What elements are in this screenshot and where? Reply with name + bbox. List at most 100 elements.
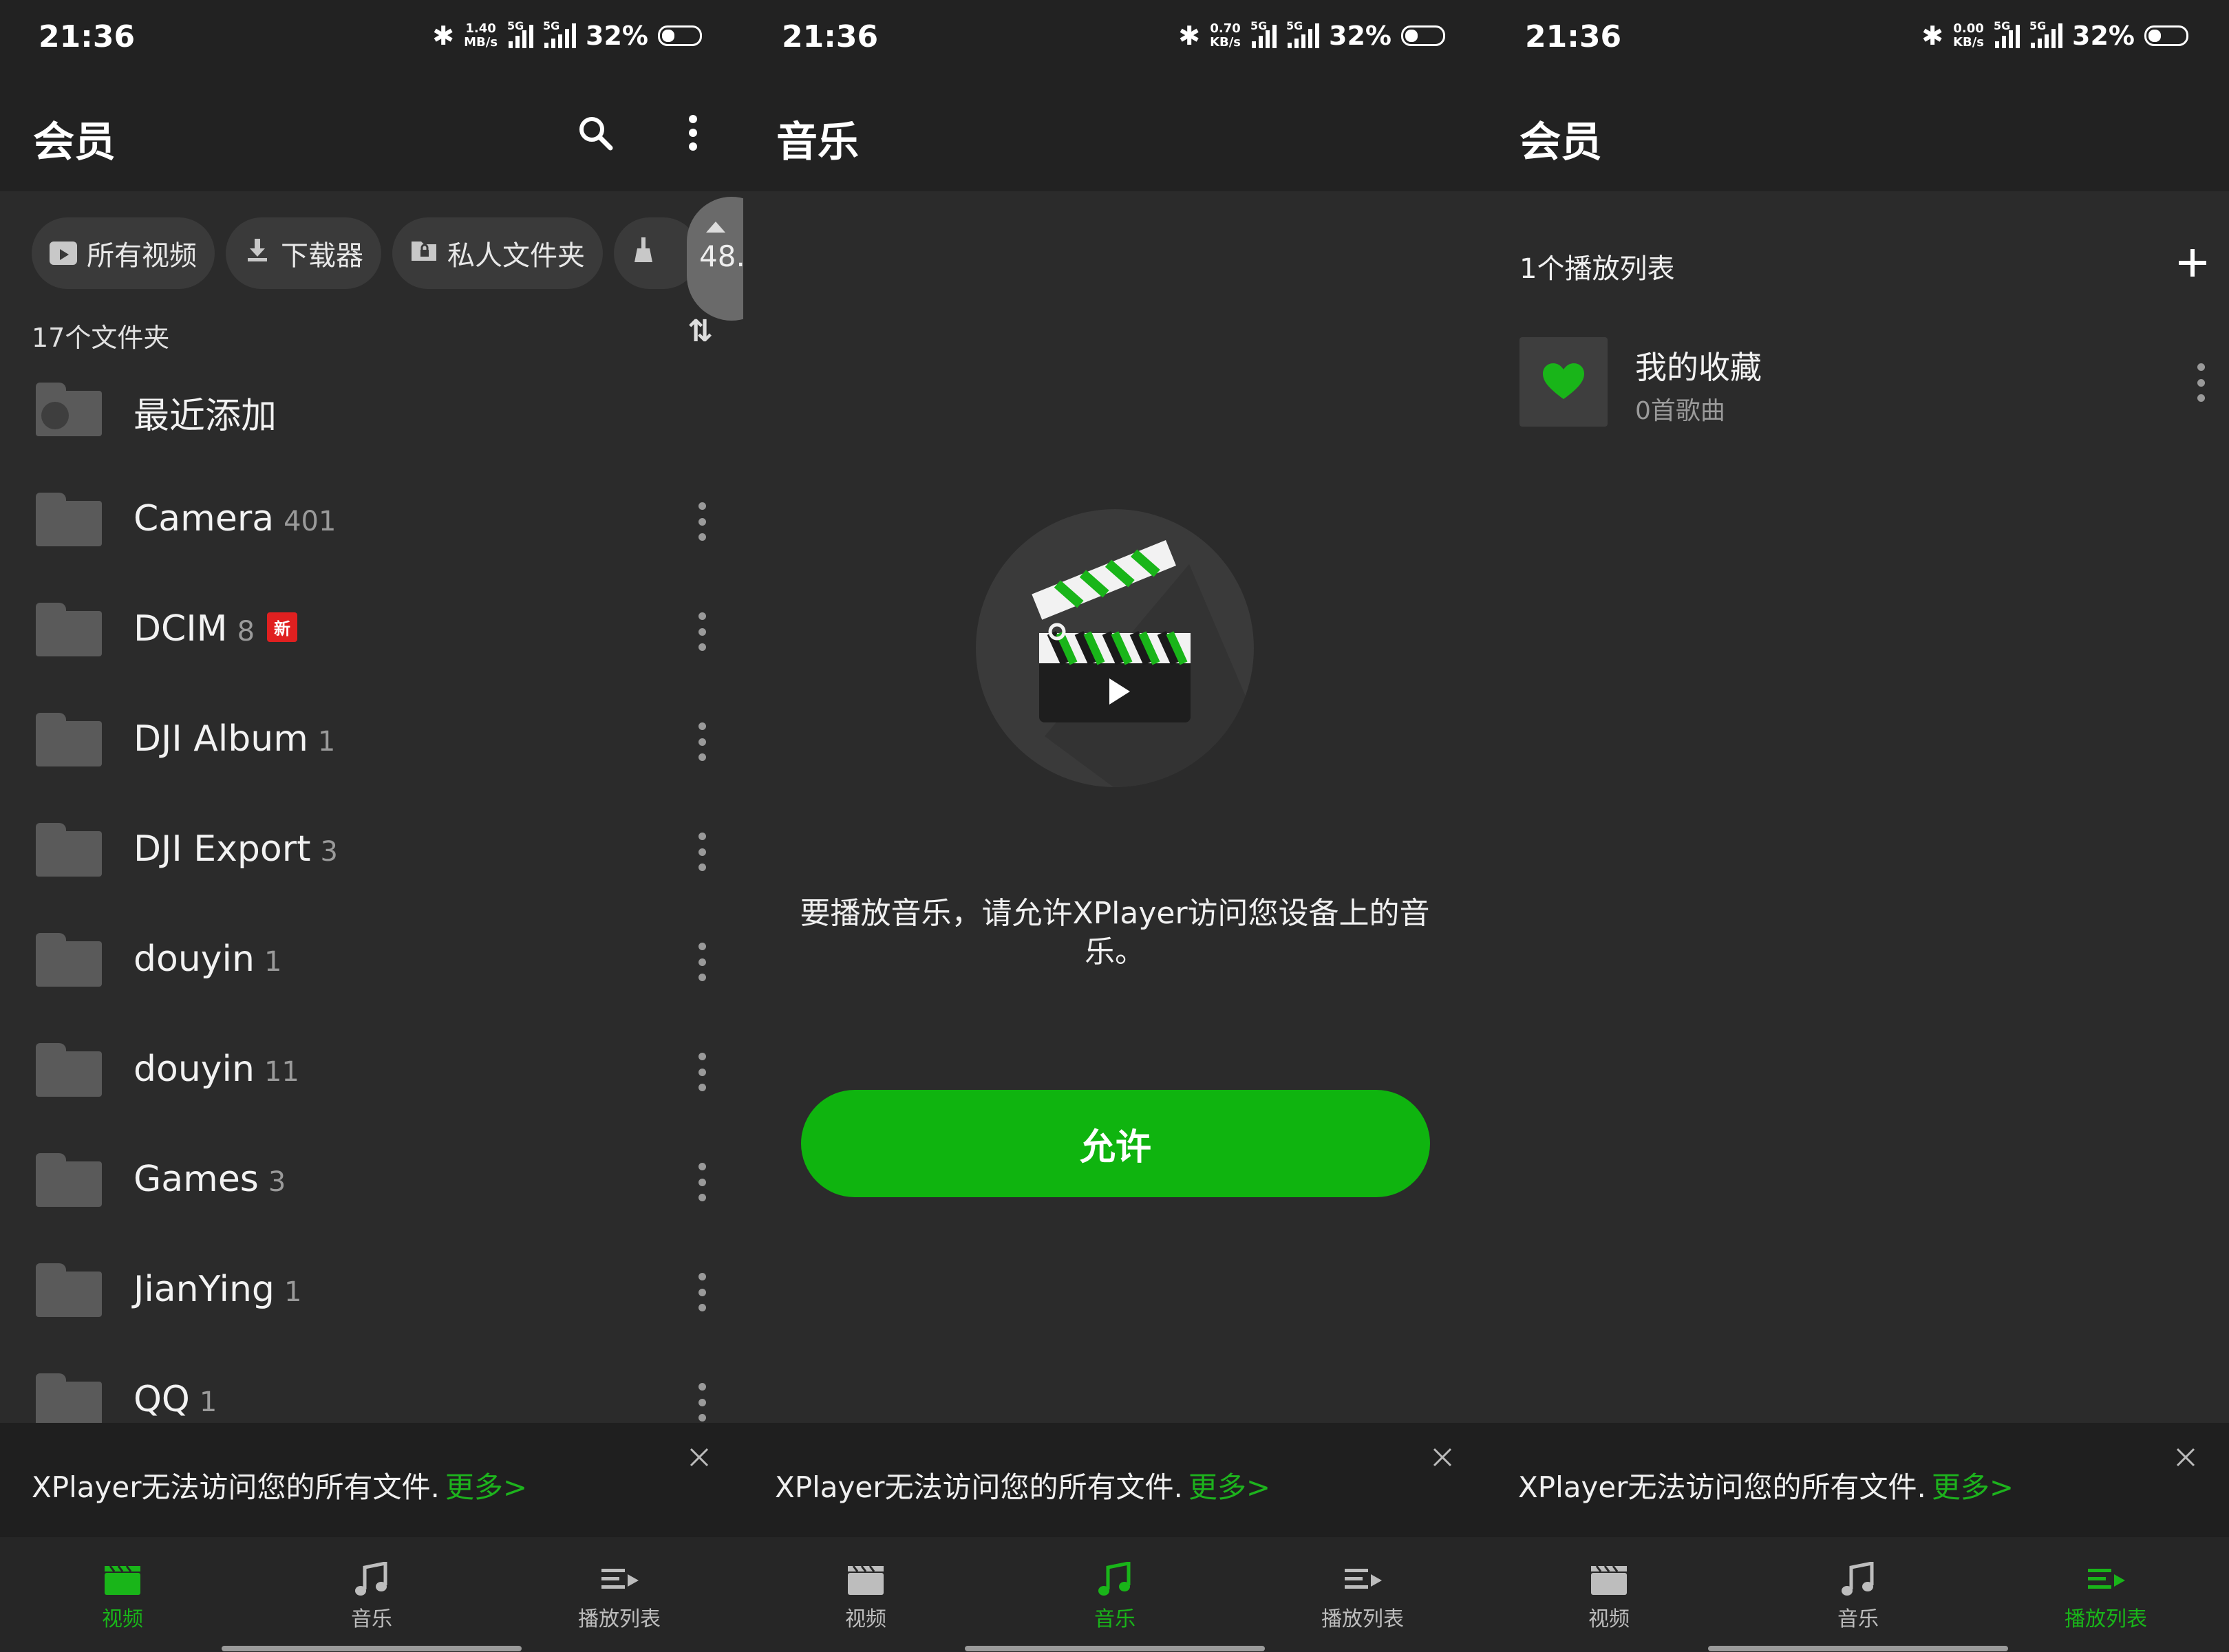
more-vert-icon[interactable] xyxy=(669,109,717,157)
search-icon[interactable] xyxy=(571,109,619,157)
more-vert-icon[interactable] xyxy=(2194,363,2208,402)
filter-chips: 所有视频 下载器 私人文件夹 xyxy=(32,217,699,289)
bottom-nav: 视频 音乐 播放列表 xyxy=(0,1537,743,1652)
folder-name: JianYing xyxy=(134,1269,275,1310)
permission-banner: XPlayer无法访问您的所有文件. 更多> xyxy=(0,1423,743,1537)
list-item[interactable]: Games 3 xyxy=(0,1128,743,1238)
folder-icon xyxy=(36,1043,102,1097)
battery-icon xyxy=(1401,25,1445,46)
home-indicator[interactable] xyxy=(222,1646,522,1651)
more-vert-icon[interactable] xyxy=(695,1273,709,1311)
network-speed: 0.00 KB/s xyxy=(1953,21,1985,50)
battery-icon xyxy=(658,25,702,46)
broom-icon xyxy=(632,236,655,270)
signal-icon: 5G xyxy=(1994,19,2020,48)
lock-folder-icon xyxy=(410,237,438,269)
clapperboard-icon xyxy=(1591,1565,1627,1595)
playlist-icon xyxy=(1345,1569,1382,1589)
bluetooth-icon: ✱ xyxy=(1921,21,1944,51)
more-vert-icon[interactable] xyxy=(695,722,709,761)
folder-icon xyxy=(36,1373,102,1427)
list-item[interactable]: douyin 1 xyxy=(0,908,743,1018)
folder-name: QQ xyxy=(134,1379,190,1420)
folder-name: Camera xyxy=(134,498,275,539)
permission-banner: XPlayer无法访问您的所有文件. 更多> xyxy=(743,1423,1486,1537)
home-indicator[interactable] xyxy=(1708,1646,2008,1651)
status-icons: ✱ 0.00 KB/s 5G 5G 32% xyxy=(1921,19,2188,51)
add-icon[interactable] xyxy=(2172,242,2213,283)
list-item[interactable]: DJI Album 1 xyxy=(0,688,743,798)
close-icon[interactable] xyxy=(685,1444,713,1471)
more-vert-icon[interactable] xyxy=(695,612,709,651)
more-vert-icon[interactable] xyxy=(695,1163,709,1201)
folder-item-count: 1 xyxy=(199,1386,217,1418)
recent-folder-row[interactable]: 最近添加 xyxy=(0,358,743,468)
nav-video[interactable]: 视频 xyxy=(797,1562,935,1632)
list-item[interactable]: Camera 401 xyxy=(0,468,743,578)
banner-message: XPlayer无法访问您的所有文件. xyxy=(775,1470,1183,1504)
more-link[interactable]: 更多> xyxy=(1932,1470,2014,1504)
folder-name: douyin xyxy=(134,1049,255,1090)
storage-indicator[interactable]: 48. xyxy=(687,197,743,321)
allow-button[interactable]: 允许 xyxy=(801,1090,1430,1197)
music-note-icon xyxy=(355,1562,387,1596)
bluetooth-icon: ✱ xyxy=(1178,21,1201,51)
folder-name: Games xyxy=(134,1159,259,1200)
clapperboard-icon xyxy=(105,1565,140,1595)
nav-music[interactable]: 音乐 xyxy=(1789,1562,1927,1632)
chip-downloader[interactable]: 下载器 xyxy=(226,217,381,289)
playlist-item-favorites[interactable]: 我的收藏 0首歌曲 xyxy=(1519,337,2208,428)
heart-icon xyxy=(1543,363,1584,399)
more-vert-icon[interactable] xyxy=(695,1383,709,1422)
close-icon[interactable] xyxy=(1429,1444,1456,1471)
playlist-icon xyxy=(2088,1569,2125,1589)
list-item[interactable]: douyin 11 xyxy=(0,1018,743,1128)
more-vert-icon[interactable] xyxy=(695,1053,709,1091)
home-indicator[interactable] xyxy=(965,1646,1265,1651)
list-item[interactable]: DCIM 8 新 xyxy=(0,578,743,688)
nav-music[interactable]: 音乐 xyxy=(1046,1562,1184,1632)
permission-banner: XPlayer无法访问您的所有文件. 更多> xyxy=(1486,1423,2229,1537)
banner-message: XPlayer无法访问您的所有文件. xyxy=(32,1470,440,1504)
music-note-icon xyxy=(1842,1562,1874,1596)
nav-playlist[interactable]: 播放列表 xyxy=(2037,1562,2175,1632)
nav-music[interactable]: 音乐 xyxy=(303,1562,440,1632)
app-bar: 音乐 xyxy=(743,76,1486,191)
bluetooth-icon: ✱ xyxy=(432,21,455,51)
playlist-icon xyxy=(601,1569,639,1589)
battery-percent: 32% xyxy=(2072,21,2135,51)
more-link[interactable]: 更多> xyxy=(445,1470,527,1504)
folder-icon xyxy=(36,1153,102,1207)
folder-icon xyxy=(36,933,102,987)
app-bar: 会员 xyxy=(0,76,743,191)
nav-video[interactable]: 视频 xyxy=(1540,1562,1678,1632)
video-icon xyxy=(50,242,77,265)
music-note-icon xyxy=(1098,1562,1131,1596)
page-title[interactable]: 会员 xyxy=(1519,109,1602,169)
nav-playlist[interactable]: 播放列表 xyxy=(1294,1562,1431,1632)
chip-private-folder[interactable]: 私人文件夹 xyxy=(392,217,603,289)
more-vert-icon[interactable] xyxy=(695,833,709,871)
nav-playlist[interactable]: 播放列表 xyxy=(551,1562,688,1632)
status-time: 21:36 xyxy=(39,19,136,54)
app-bar: 会员 xyxy=(1486,76,2229,191)
screen-videos: 21:36 ✱ 1.40 MB/s 5G 5G 32% 会员 所有视频 下载器 … xyxy=(0,0,743,1652)
folder-icon xyxy=(36,713,102,766)
folder-item-count: 8 xyxy=(237,616,255,647)
status-bar: 21:36 ✱ 0.00 KB/s 5G 5G 32% xyxy=(1486,0,2229,76)
new-badge: 新 xyxy=(267,612,298,642)
chip-all-videos[interactable]: 所有视频 xyxy=(32,217,215,289)
more-link[interactable]: 更多> xyxy=(1188,1470,1270,1504)
bottom-nav: 视频 音乐 播放列表 xyxy=(743,1537,1486,1652)
signal-icon-2: 5G xyxy=(1286,19,1320,48)
more-vert-icon[interactable] xyxy=(695,943,709,981)
list-item[interactable]: DJI Export 3 xyxy=(0,798,743,908)
folder-count: 17个文件夹 xyxy=(32,323,170,353)
sort-icon[interactable]: ⇅ xyxy=(687,314,713,349)
list-item[interactable]: JianYing 1 xyxy=(0,1238,743,1349)
close-icon[interactable] xyxy=(2172,1444,2199,1471)
more-vert-icon[interactable] xyxy=(695,502,709,541)
screen-playlists: 21:36 ✱ 0.00 KB/s 5G 5G 32% 会员 1个播放列表 我的… xyxy=(1486,0,2229,1652)
nav-video[interactable]: 视频 xyxy=(54,1562,191,1632)
page-title[interactable]: 会员 xyxy=(33,109,116,169)
